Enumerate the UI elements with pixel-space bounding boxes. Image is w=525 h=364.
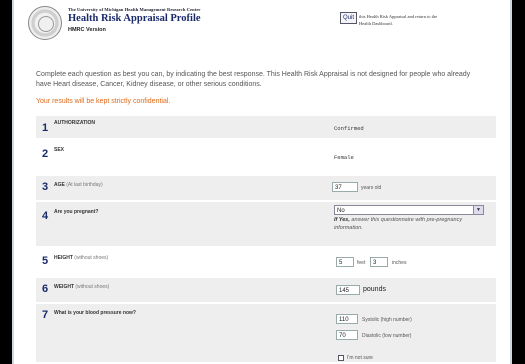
question-number: 1 [42, 122, 49, 134]
question-number: 3 [42, 181, 49, 193]
question-label: What is your blood pressure now? [54, 310, 136, 316]
height-feet-input[interactable]: 5 [336, 257, 354, 267]
question-label: Are you pregnant? [54, 209, 99, 215]
systolic-input[interactable]: 110 [336, 314, 358, 324]
question-label: WEIGHT (without shoes) [54, 284, 110, 290]
diastolic-input[interactable]: 70 [336, 330, 358, 340]
inches-unit: inches [392, 260, 407, 266]
weight-input[interactable]: 145 [336, 285, 360, 295]
not-sure-checkbox[interactable] [338, 355, 344, 361]
sex-value: Female [334, 154, 354, 161]
question-row-weight: 6 WEIGHT (without shoes) 145 pounds [36, 278, 496, 302]
page-frame: The University of Michigan Health Manage… [12, 0, 512, 364]
question-row-blood-pressure: 7 What is your blood pressure now? 110 S… [36, 304, 496, 362]
height-inches-input[interactable]: 3 [370, 257, 388, 267]
authorization-value: Confirmed [334, 125, 364, 132]
pregnant-select-value: No [337, 208, 345, 214]
page-header: The University of Michigan Health Manage… [26, 6, 496, 46]
feet-unit: feet [357, 260, 366, 266]
intro-text: Complete each question as best you can, … [36, 71, 471, 88]
question-row-pregnant: 4 Are you pregnant? No ▼ If Yes, answer … [36, 202, 496, 246]
university-name: The University of Michigan Health Manage… [68, 7, 201, 12]
question-number: 5 [42, 255, 49, 267]
age-unit: years old [361, 185, 382, 191]
version-label: HMRC Version [68, 27, 106, 33]
pregnancy-note: If Yes, answer this questionnaire with p… [334, 217, 463, 231]
question-label: AUTHORIZATION [54, 120, 96, 126]
question-row-height: 5 HEIGHT (without shoes) 5 feet 3 inches [36, 248, 496, 274]
question-number: 2 [42, 148, 49, 160]
age-input[interactable]: 37 [332, 182, 358, 192]
question-number: 4 [42, 210, 49, 222]
question-number: 7 [42, 309, 49, 321]
question-row-age: 3 AGE (At last birthday) 37 years old [36, 176, 496, 200]
confidential-notice: Your results will be kept strictly confi… [36, 98, 171, 105]
chevron-down-icon[interactable]: ▼ [473, 206, 483, 214]
question-row-authorization: 1 AUTHORIZATION Confirmed [36, 116, 496, 138]
question-row-sex: 2 SEX Female [36, 140, 496, 176]
diastolic-label: Diastolic (low number) [362, 333, 412, 339]
not-sure-label: I'm not sure [347, 355, 373, 361]
question-number: 6 [42, 283, 49, 295]
question-label: SEX [54, 147, 65, 153]
systolic-label: Systolic (high number) [362, 317, 412, 323]
weight-unit: pounds [363, 286, 386, 293]
question-label: HEIGHT (without shoes) [54, 255, 109, 261]
pregnant-select[interactable]: No ▼ [334, 205, 484, 215]
university-seal-logo [28, 6, 62, 40]
question-label: AGE (At last birthday) [54, 182, 103, 188]
page-title: Health Risk Appraisal Profile [68, 13, 201, 24]
quit-note: this Health Risk Appraisal and return to… [359, 14, 438, 26]
quit-button[interactable]: Quit [340, 12, 358, 24]
